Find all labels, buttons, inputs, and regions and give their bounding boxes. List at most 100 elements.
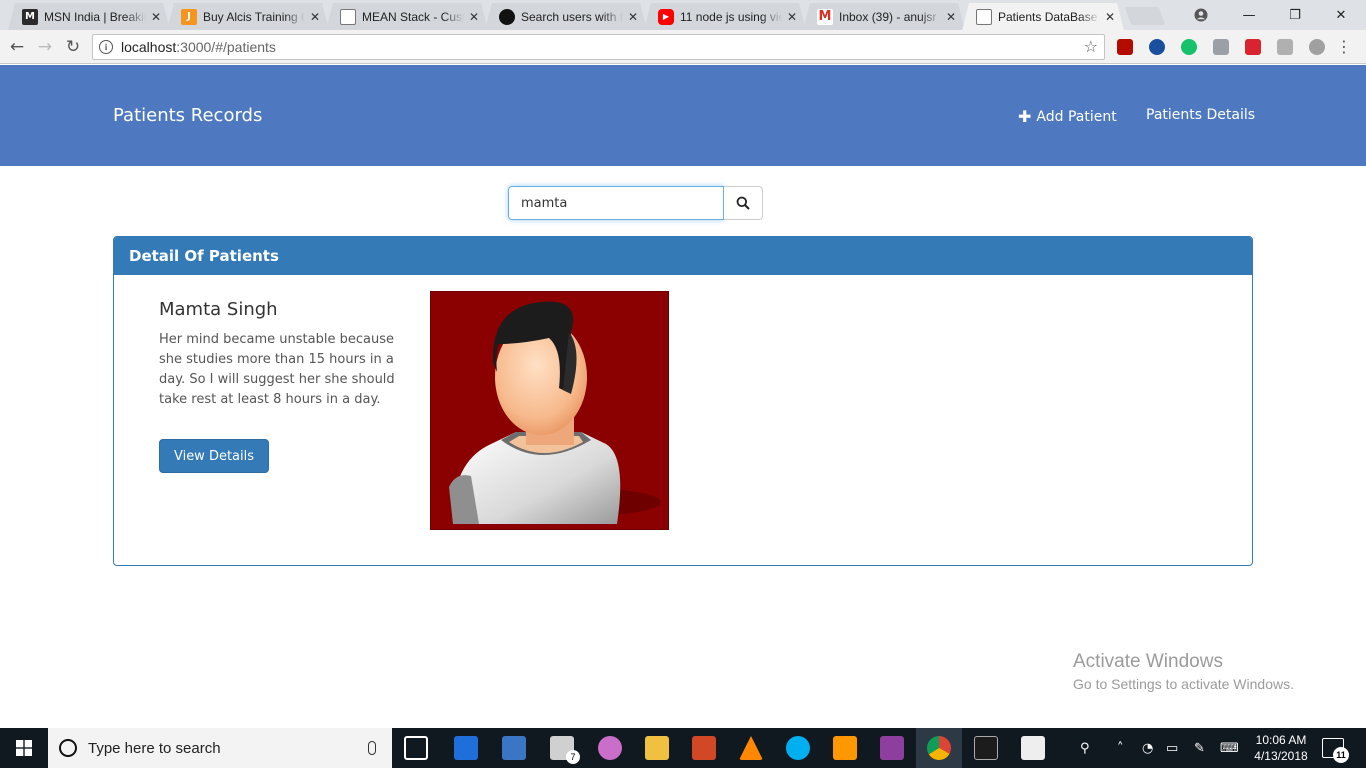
url-text[interactable]: localhost:3000/#/patients bbox=[121, 39, 276, 55]
view-details-button[interactable]: View Details bbox=[159, 439, 269, 473]
page-favicon-icon bbox=[340, 9, 356, 25]
github-favicon-icon bbox=[499, 9, 515, 25]
close-tab-icon[interactable]: ✕ bbox=[1104, 10, 1116, 24]
close-tab-icon[interactable]: ✕ bbox=[945, 10, 957, 24]
chrome-icon[interactable] bbox=[927, 736, 951, 760]
tab-title: Inbox (39) - anujsr bbox=[839, 9, 937, 24]
defender-icon[interactable] bbox=[454, 736, 478, 760]
panel-heading: Detail Of Patients bbox=[114, 237, 1252, 275]
browser-tab-strip: M MSN India | Breaking News, Entertainme… bbox=[0, 0, 1366, 30]
extension-icon[interactable] bbox=[1309, 39, 1325, 55]
tab-title: Buy Alcis Training Gear bbox=[203, 9, 298, 24]
task-view-icon[interactable] bbox=[404, 736, 428, 760]
close-tab-icon[interactable]: ✕ bbox=[309, 10, 321, 24]
browser-toolbar: ← → ↻ i localhost:3000/#/patients ☆ ⋮ bbox=[0, 30, 1366, 64]
tab-title: Patients DataBase bbox=[998, 10, 1098, 24]
battery-icon[interactable]: ▭ bbox=[1166, 728, 1178, 768]
restore-button[interactable]: ❐ bbox=[1272, 0, 1318, 30]
pdf-extension-icon[interactable] bbox=[1117, 39, 1133, 55]
new-tab-button[interactable] bbox=[1124, 7, 1166, 25]
j-favicon-icon: J bbox=[181, 9, 197, 25]
wifi-icon[interactable]: ◔ bbox=[1142, 728, 1153, 768]
tab-title: Search users with filter bbox=[521, 9, 623, 24]
taskbar-search[interactable]: Type here to search bbox=[48, 728, 392, 768]
info-icon[interactable]: i bbox=[99, 40, 113, 54]
start-button[interactable] bbox=[0, 728, 48, 768]
cart-extension-icon[interactable] bbox=[1277, 39, 1293, 55]
close-tab-icon[interactable]: ✕ bbox=[468, 10, 480, 24]
profile-icon[interactable] bbox=[1178, 0, 1224, 30]
patient-description: Her mind became unstable because she stu… bbox=[159, 332, 395, 407]
browser-tab[interactable]: M MSN India | Breaking News, Entertainme… bbox=[8, 3, 170, 30]
taskbar-clock[interactable]: 10:06 AM 4/13/2018 bbox=[1250, 732, 1312, 764]
taskbar-search-placeholder: Type here to search bbox=[88, 739, 221, 757]
msn-favicon-icon: M bbox=[22, 9, 38, 25]
people-icon[interactable]: ⚲ bbox=[1080, 728, 1090, 768]
microphone-icon[interactable] bbox=[368, 741, 376, 755]
keyboard-icon[interactable]: ⌨ bbox=[1220, 728, 1239, 768]
back-arrow-icon[interactable]: ← bbox=[6, 36, 28, 58]
clock-date: 4/13/2018 bbox=[1254, 749, 1308, 763]
search-group bbox=[508, 186, 763, 220]
app-navbar: Patients Records ✚ Add Patient Patients … bbox=[0, 65, 1366, 166]
page-favicon-icon bbox=[976, 9, 992, 25]
reload-icon[interactable]: ↻ bbox=[62, 36, 84, 58]
file-explorer-icon[interactable] bbox=[645, 736, 669, 760]
powerpoint-icon[interactable] bbox=[692, 736, 716, 760]
extension-icon[interactable] bbox=[1149, 39, 1165, 55]
minimize-button[interactable]: — bbox=[1226, 0, 1272, 30]
browser-tab[interactable]: J Buy Alcis Training Gear ✕ bbox=[167, 3, 329, 30]
app-icon[interactable] bbox=[502, 736, 526, 760]
extension-icon[interactable] bbox=[1213, 39, 1229, 55]
patients-details-link[interactable]: Patients Details bbox=[1146, 107, 1255, 123]
youtube-favicon-icon: ▶ bbox=[658, 9, 674, 25]
notification-count-badge: 11 bbox=[1333, 747, 1349, 763]
activate-windows-watermark: Activate Windows Go to Settings to activ… bbox=[1073, 651, 1294, 692]
photos-icon[interactable] bbox=[1021, 736, 1045, 760]
extension-icon[interactable] bbox=[1245, 39, 1261, 55]
tab-title: 11 node js using views bbox=[680, 9, 782, 24]
patient-avatar bbox=[430, 291, 669, 530]
clock-time: 10:06 AM bbox=[1255, 733, 1307, 747]
vlc-icon[interactable] bbox=[739, 736, 763, 760]
tab-title: MSN India | Breaking News, Entertainment bbox=[44, 9, 144, 24]
add-patient-link[interactable]: ✚ Add Patient bbox=[1018, 107, 1117, 126]
browser-tab[interactable]: M Inbox (39) - anujsr ✕ bbox=[803, 3, 965, 30]
patient-name: Mamta Singh bbox=[159, 299, 278, 320]
close-tab-icon[interactable]: ✕ bbox=[786, 10, 798, 24]
watermark-title: Activate Windows bbox=[1073, 651, 1223, 672]
app-icon[interactable] bbox=[880, 736, 904, 760]
sublime-icon[interactable] bbox=[833, 736, 857, 760]
browser-tab[interactable]: ▶ 11 node js using views ✕ bbox=[644, 3, 806, 30]
bookmark-star-icon[interactable]: ☆ bbox=[1084, 37, 1098, 56]
close-tab-icon[interactable]: ✕ bbox=[150, 10, 162, 24]
windows-logo-icon bbox=[16, 740, 32, 756]
patients-panel: Detail Of Patients Mamta Singh Her mind … bbox=[113, 236, 1253, 566]
plus-icon: ✚ bbox=[1018, 107, 1032, 126]
skype-icon[interactable] bbox=[786, 736, 810, 760]
pen-icon[interactable]: ✎ bbox=[1194, 728, 1205, 768]
paint-icon[interactable] bbox=[598, 736, 622, 760]
tab-title: MEAN Stack - Custom bbox=[362, 9, 463, 24]
close-tab-icon[interactable]: ✕ bbox=[627, 10, 639, 24]
address-bar[interactable]: i localhost:3000/#/patients ☆ bbox=[92, 34, 1105, 60]
search-button[interactable] bbox=[724, 186, 763, 220]
grammarly-extension-icon[interactable] bbox=[1181, 39, 1197, 55]
cortana-icon bbox=[59, 739, 77, 757]
search-input[interactable] bbox=[508, 186, 724, 220]
add-patient-label: Add Patient bbox=[1036, 108, 1117, 125]
watermark-subtitle: Go to Settings to activate Windows. bbox=[1073, 676, 1294, 692]
browser-tab[interactable]: Search users with filter ✕ bbox=[485, 3, 647, 30]
gmail-favicon-icon: M bbox=[818, 9, 832, 24]
chrome-menu-icon[interactable]: ⋮ bbox=[1336, 38, 1352, 56]
browser-tab[interactable]: MEAN Stack - Custom ✕ bbox=[326, 3, 488, 30]
terminal-icon[interactable] bbox=[974, 736, 998, 760]
browser-tab-active[interactable]: Patients DataBase ✕ bbox=[962, 3, 1124, 31]
close-window-button[interactable]: ✕ bbox=[1318, 0, 1364, 30]
forward-arrow-icon[interactable]: → bbox=[34, 36, 56, 58]
windows-taskbar: Type here to search 7 ⚲ ˄ ◔ ▭ ✎ ⌨ 10:06 … bbox=[0, 728, 1366, 768]
brand-title[interactable]: Patients Records bbox=[113, 105, 262, 126]
search-icon bbox=[736, 196, 750, 210]
show-hidden-icons[interactable]: ˄ bbox=[1117, 728, 1124, 768]
mail-badge: 7 bbox=[566, 750, 580, 764]
